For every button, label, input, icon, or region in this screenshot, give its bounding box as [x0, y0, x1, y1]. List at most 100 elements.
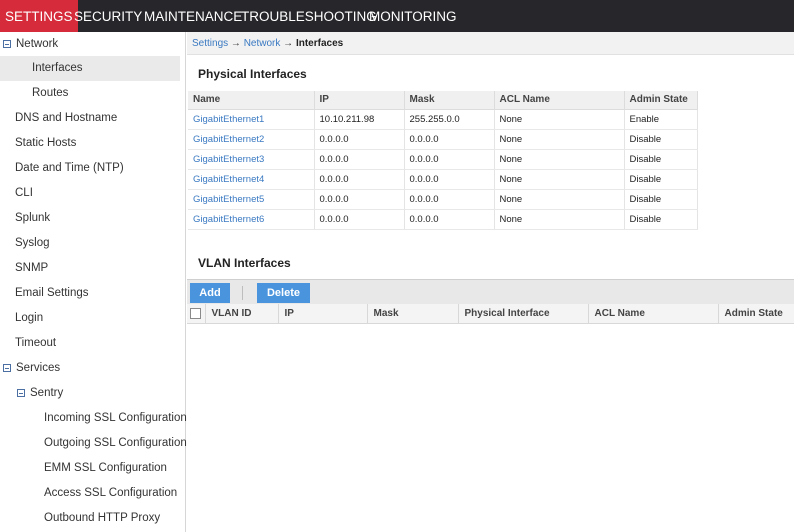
- interface-name-link[interactable]: GigabitEthernet2: [188, 129, 315, 150]
- interface-name-link[interactable]: GigabitEthernet4: [188, 169, 315, 190]
- column-header-name[interactable]: Name: [188, 91, 315, 110]
- table-row: GigabitEthernet6 0.0.0.0 0.0.0.0 None Di…: [188, 209, 698, 230]
- sidebar-item-routes[interactable]: Routes: [0, 81, 180, 106]
- vlan-interfaces-table: VLAN ID IP Mask Physical Interface ACL N…: [187, 304, 794, 324]
- sidebar-item-services[interactable]: Services: [0, 356, 180, 381]
- column-header-acl-name[interactable]: ACL Name: [588, 304, 719, 324]
- top-navigation: SETTINGS SECURITY MAINTENANCE TROUBLESHO…: [0, 0, 794, 32]
- column-header-mask[interactable]: Mask: [404, 91, 495, 110]
- mask-cell: 0.0.0.0: [404, 129, 495, 150]
- admin-state-cell: Disable: [624, 129, 698, 150]
- collapse-icon[interactable]: [17, 389, 25, 397]
- sidebar-item-outgoing-ssl[interactable]: Outgoing SSL Configuration: [0, 431, 187, 456]
- sidebar-item-label: Sentry: [30, 387, 64, 399]
- sidebar-item-email-settings[interactable]: Email Settings: [0, 281, 180, 306]
- table-row: GigabitEthernet2 0.0.0.0 0.0.0.0 None Di…: [188, 129, 698, 150]
- breadcrumb-network[interactable]: Network: [244, 38, 281, 49]
- sidebar-item-label: Services: [16, 362, 61, 374]
- admin-state-cell: Disable: [624, 169, 698, 190]
- tab-settings[interactable]: SETTINGS: [0, 0, 78, 32]
- column-header-physical-interface[interactable]: Physical Interface: [458, 304, 589, 324]
- mask-cell: 0.0.0.0: [404, 169, 495, 190]
- sidebar-item-label: Interfaces: [32, 62, 83, 74]
- admin-state-cell: Enable: [624, 109, 698, 130]
- tab-monitoring[interactable]: MONITORING: [364, 0, 462, 32]
- sidebar: Network Interfaces Routes DNS and Hostna…: [0, 32, 187, 532]
- interface-name-link[interactable]: GigabitEthernet6: [188, 209, 315, 230]
- sidebar-item-label: SNMP: [15, 262, 49, 274]
- table-row: GigabitEthernet3 0.0.0.0 0.0.0.0 None Di…: [188, 149, 698, 170]
- column-header-vlan-id[interactable]: VLAN ID: [205, 304, 279, 324]
- collapse-icon[interactable]: [3, 364, 11, 372]
- interface-name-link[interactable]: GigabitEthernet5: [188, 189, 315, 210]
- sidebar-item-timeout[interactable]: Timeout: [0, 331, 180, 356]
- admin-state-cell: Disable: [624, 149, 698, 170]
- sidebar-item-network[interactable]: Network: [0, 32, 180, 57]
- column-header-ip[interactable]: IP: [314, 91, 405, 110]
- ip-cell: 0.0.0.0: [314, 129, 405, 150]
- tab-maintenance[interactable]: MAINTENANCE: [139, 0, 247, 32]
- table-row: GigabitEthernet4 0.0.0.0 0.0.0.0 None Di…: [188, 169, 698, 190]
- breadcrumb-separator: →: [230, 38, 241, 49]
- sidebar-item-label: DNS and Hostname: [15, 112, 118, 124]
- select-all-checkbox[interactable]: [190, 307, 201, 319]
- column-header-admin-state[interactable]: Admin State: [624, 91, 698, 110]
- table-row: GigabitEthernet1 10.10.211.98 255.255.0.…: [188, 109, 698, 130]
- sidebar-item-static-hosts[interactable]: Static Hosts: [0, 131, 180, 156]
- sidebar-item-syslog[interactable]: Syslog: [0, 231, 180, 256]
- column-header-ip[interactable]: IP: [278, 304, 368, 324]
- sidebar-item-label: Outgoing SSL Configuration: [44, 437, 187, 449]
- column-header-acl-name[interactable]: ACL Name: [494, 91, 625, 110]
- mask-cell: 255.255.0.0: [404, 109, 495, 130]
- ip-cell: 0.0.0.0: [314, 169, 405, 190]
- physical-interfaces-table: Name IP Mask ACL Name Admin State Gigabi…: [188, 91, 698, 230]
- sidebar-item-label: Syslog: [15, 237, 50, 249]
- sidebar-item-emm-ssl[interactable]: EMM SSL Configuration: [0, 456, 180, 481]
- sidebar-item-cli[interactable]: CLI: [0, 181, 180, 206]
- sidebar-item-login[interactable]: Login: [0, 306, 180, 331]
- mask-cell: 0.0.0.0: [404, 149, 495, 170]
- vlan-toolbar: Add Delete: [187, 279, 794, 304]
- ip-cell: 10.10.211.98: [314, 109, 405, 130]
- sidebar-item-snmp[interactable]: SNMP: [0, 256, 180, 281]
- breadcrumb-settings[interactable]: Settings: [192, 38, 228, 49]
- sidebar-item-label: Date and Time (NTP): [15, 162, 124, 174]
- sidebar-item-splunk[interactable]: Splunk: [0, 206, 180, 231]
- sidebar-item-label: CLI: [15, 187, 33, 199]
- acl-name-cell: None: [494, 189, 625, 210]
- sidebar-item-label: Incoming SSL Configuration: [44, 412, 187, 424]
- add-button[interactable]: Add: [190, 283, 230, 303]
- sidebar-item-label: EMM SSL Configuration: [44, 462, 167, 474]
- tab-troubleshooting[interactable]: TROUBLESHOOTING: [236, 0, 382, 32]
- breadcrumb: Settings → Network → Interfaces: [187, 32, 794, 55]
- table-header-row: Name IP Mask ACL Name Admin State: [188, 91, 698, 110]
- sidebar-item-incoming-ssl[interactable]: Incoming SSL Configuration: [0, 406, 187, 431]
- admin-state-cell: Disable: [624, 209, 698, 230]
- sidebar-item-date-and-time[interactable]: Date and Time (NTP): [0, 156, 180, 181]
- interface-name-link[interactable]: GigabitEthernet3: [188, 149, 315, 170]
- sidebar-item-access-ssl[interactable]: Access SSL Configuration: [0, 481, 180, 506]
- breadcrumb-separator: →: [283, 38, 294, 49]
- sidebar-item-label: Static Hosts: [15, 137, 77, 149]
- breadcrumb-interfaces: Interfaces: [295, 38, 344, 49]
- acl-name-cell: None: [494, 109, 625, 130]
- delete-button[interactable]: Delete: [257, 283, 310, 303]
- sidebar-item-label: Login: [15, 312, 44, 324]
- sidebar-item-label: Routes: [32, 87, 69, 99]
- column-header-admin-state[interactable]: Admin State: [718, 304, 794, 324]
- sidebar-item-label: Outbound HTTP Proxy: [44, 512, 161, 524]
- collapse-icon[interactable]: [3, 40, 11, 48]
- interface-name-link[interactable]: GigabitEthernet1: [188, 109, 315, 130]
- sidebar-item-outbound-http-proxy[interactable]: Outbound HTTP Proxy: [0, 506, 180, 531]
- sidebar-item-sentry[interactable]: Sentry: [0, 381, 180, 406]
- sidebar-item-label: Timeout: [15, 337, 57, 349]
- sidebar-item-label: Network: [16, 38, 59, 50]
- tab-security[interactable]: SECURITY: [69, 0, 147, 32]
- column-header-mask[interactable]: Mask: [367, 304, 459, 324]
- admin-state-cell: Disable: [624, 189, 698, 210]
- sidebar-item-label: Email Settings: [15, 287, 89, 299]
- sidebar-item-interfaces[interactable]: Interfaces: [0, 56, 180, 81]
- select-all-cell: [187, 304, 206, 324]
- ip-cell: 0.0.0.0: [314, 189, 405, 210]
- sidebar-item-dns-and-hostname[interactable]: DNS and Hostname: [0, 106, 180, 131]
